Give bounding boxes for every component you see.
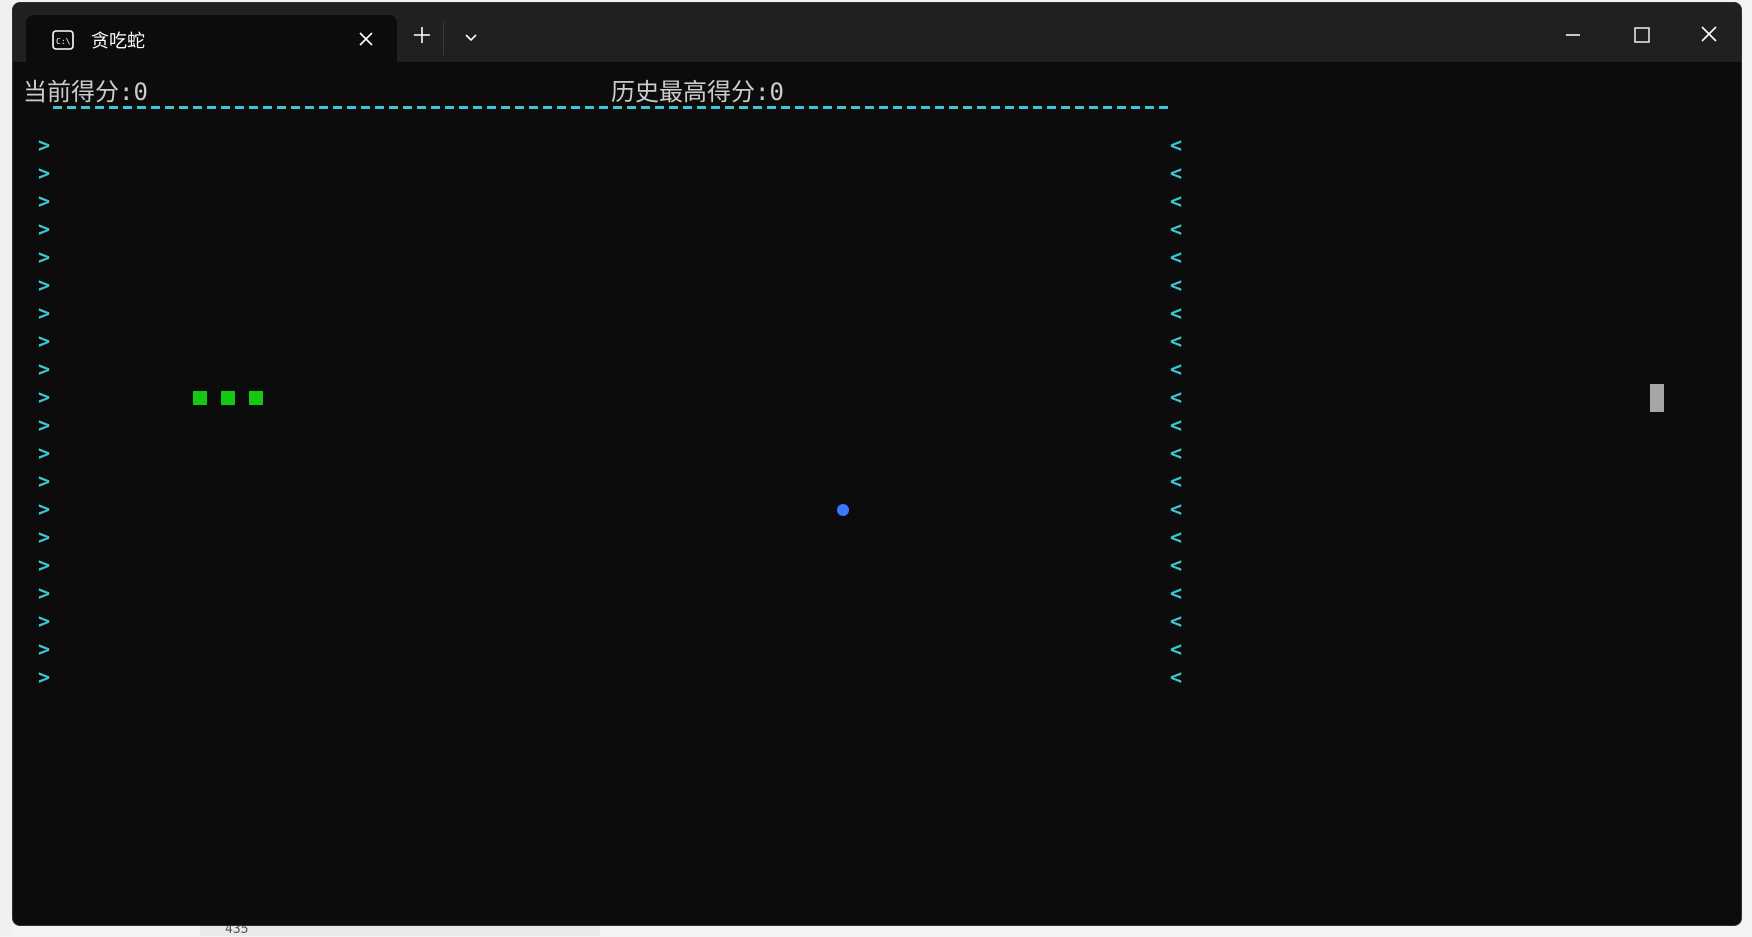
left-wall-cell: > xyxy=(38,217,51,241)
tab-title: 贪吃蛇 xyxy=(91,31,145,52)
maximize-icon[interactable] xyxy=(1621,17,1661,53)
right-wall-cell: < xyxy=(1170,413,1183,437)
right-wall-cell: < xyxy=(1170,609,1183,633)
svg-text:C:\: C:\ xyxy=(56,37,71,46)
left-wall-cell: > xyxy=(38,301,51,325)
left-wall-cell: > xyxy=(38,189,51,213)
left-wall-cell: > xyxy=(38,637,51,661)
close-tab-icon[interactable] xyxy=(356,29,376,49)
terminal-window: C:\ 贪吃蛇 当前得分:0 历史最高得分:0 > > > > > > > > > > > > > > > >… xyxy=(12,2,1742,926)
high-score: 历史最高得分:0 xyxy=(611,78,784,106)
left-wall-cell: > xyxy=(38,161,51,185)
left-wall-cell: > xyxy=(38,497,51,521)
left-wall-cell: > xyxy=(38,357,51,381)
console-area[interactable]: 当前得分:0 历史最高得分:0 > > > > > > > > > > > > > > > > > > > > < < <… xyxy=(13,62,1741,925)
right-wall-cell: < xyxy=(1170,441,1183,465)
right-wall-cell: < xyxy=(1170,245,1183,269)
left-wall: > > > > > > > > > > > > > > > > > > > > xyxy=(38,131,50,691)
text-cursor xyxy=(1650,384,1664,412)
current-score: 当前得分:0 xyxy=(23,78,148,106)
background-window-edge xyxy=(0,0,12,936)
left-wall-cell: > xyxy=(38,413,51,437)
left-wall-cell: > xyxy=(38,245,51,269)
right-wall-cell: < xyxy=(1170,273,1183,297)
left-wall-cell: > xyxy=(38,581,51,605)
new-tab-icon[interactable] xyxy=(411,24,433,46)
chevron-down-icon[interactable] xyxy=(461,27,481,47)
right-wall-cell: < xyxy=(1170,553,1183,577)
snake-segment xyxy=(193,391,207,405)
left-wall-cell: > xyxy=(38,133,51,157)
tab-snake-game[interactable]: C:\ 贪吃蛇 xyxy=(26,15,397,63)
left-wall-cell: > xyxy=(38,469,51,493)
right-wall-cell: < xyxy=(1170,357,1183,381)
title-bar[interactable]: C:\ 贪吃蛇 xyxy=(13,3,1741,63)
left-wall-cell: > xyxy=(38,609,51,633)
right-wall-cell: < xyxy=(1170,217,1183,241)
right-wall-cell: < xyxy=(1170,497,1183,521)
right-wall-cell: < xyxy=(1170,637,1183,661)
close-window-icon[interactable] xyxy=(1689,17,1729,53)
right-wall-cell: < xyxy=(1170,133,1183,157)
right-wall-cell: < xyxy=(1170,301,1183,325)
left-wall-cell: > xyxy=(38,553,51,577)
minimize-icon[interactable] xyxy=(1553,17,1593,53)
left-wall-cell: > xyxy=(38,525,51,549)
console-icon: C:\ xyxy=(52,30,74,50)
left-wall-cell: > xyxy=(38,329,51,353)
right-wall: < < < < < < < < < < < < < < < < < < < < xyxy=(1170,131,1182,691)
left-wall-cell: > xyxy=(38,665,51,689)
right-wall-cell: < xyxy=(1170,161,1183,185)
right-wall-cell: < xyxy=(1170,525,1183,549)
top-wall xyxy=(53,106,1173,109)
left-wall-cell: > xyxy=(38,385,51,409)
titlebar-divider xyxy=(443,21,444,55)
left-wall-cell: > xyxy=(38,273,51,297)
right-wall-cell: < xyxy=(1170,329,1183,353)
left-wall-cell: > xyxy=(38,441,51,465)
snake-segment xyxy=(221,391,235,405)
right-wall-cell: < xyxy=(1170,385,1183,409)
right-wall-cell: < xyxy=(1170,189,1183,213)
food-pellet xyxy=(837,504,849,516)
snake-segment xyxy=(249,391,263,405)
right-wall-cell: < xyxy=(1170,665,1183,689)
right-wall-cell: < xyxy=(1170,581,1183,605)
right-wall-cell: < xyxy=(1170,469,1183,493)
